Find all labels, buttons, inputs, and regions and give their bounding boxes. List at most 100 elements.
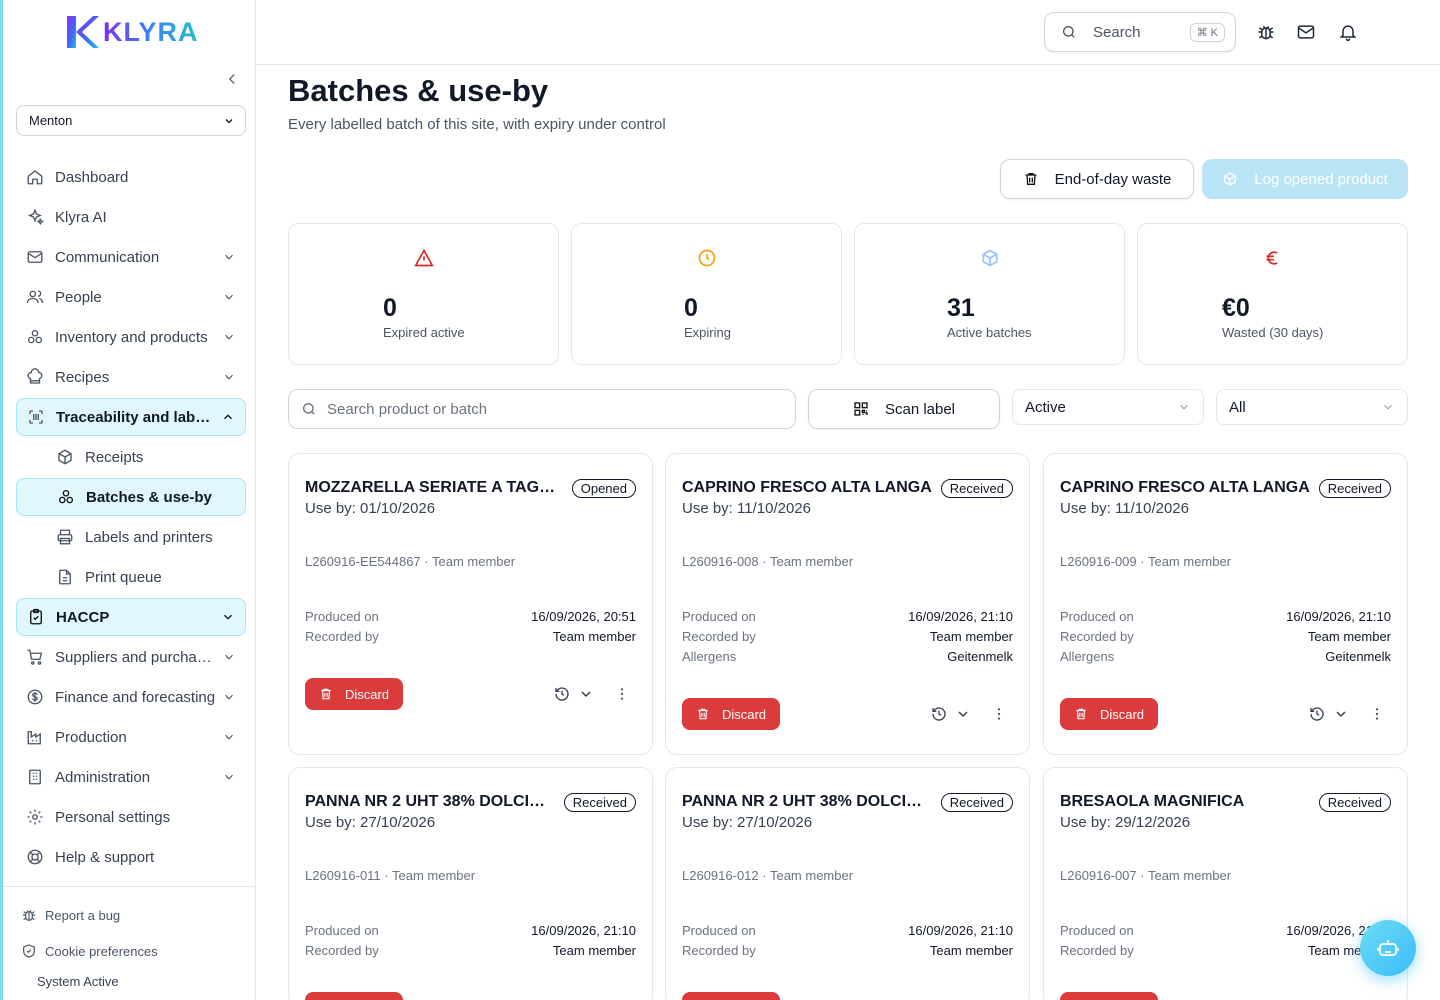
sidebar-item-label: Personal settings xyxy=(55,808,171,826)
batch-card[interactable]: CAPRINO FRESCO ALTA LANGA Received Use b… xyxy=(1043,453,1408,755)
history-icon[interactable] xyxy=(1309,706,1325,722)
batch-code: L260916-011 · Team member xyxy=(305,868,476,883)
batch-card[interactable]: CAPRINO FRESCO ALTA LANGA Received Use b… xyxy=(665,453,1030,755)
stat-value: 0 xyxy=(684,294,698,322)
sidebar-item-communication[interactable]: Communication xyxy=(16,238,246,276)
sidebar-item-personal-settings[interactable]: Personal settings xyxy=(16,798,246,836)
card-actions xyxy=(1309,706,1385,722)
collapse-sidebar-icon[interactable] xyxy=(223,70,241,88)
detail-value: 16/09/2026, 21:10 xyxy=(531,922,636,938)
report-bug-link[interactable]: Report a bug xyxy=(3,897,256,933)
global-search[interactable]: Search ⌘ K xyxy=(1044,12,1236,52)
page-subtitle: Every labelled batch of this site, with … xyxy=(288,116,666,133)
mail-icon[interactable] xyxy=(1296,22,1316,42)
status-badge: Received xyxy=(1318,793,1391,812)
batch-card[interactable]: BRESAOLA MAGNIFICA Received Use by: 29/1… xyxy=(1043,767,1408,1000)
sidebar-item-klyra-ai[interactable]: Klyra AI xyxy=(16,198,246,236)
ai-assistant-button[interactable] xyxy=(1360,920,1416,976)
batch-card[interactable]: PANNA NR 2 UHT 38% DOLCIFICATA Received … xyxy=(288,767,653,1000)
clipboard-check-icon xyxy=(30,608,42,625)
batch-code-value: L260916-008 xyxy=(682,554,759,569)
sidebar-item-suppliers[interactable]: Suppliers and purchasing xyxy=(16,638,246,676)
chevron-down-icon xyxy=(225,654,233,660)
detail-value: Team member xyxy=(552,942,636,958)
status-badge: Received xyxy=(940,479,1013,498)
batch-title: BRESAOLA MAGNIFICA xyxy=(1060,793,1245,810)
more-vertical-icon[interactable] xyxy=(614,686,630,702)
sidebar-item-labels-printers[interactable]: Labels and printers xyxy=(16,518,246,556)
log-opened-product-button[interactable]: Log opened product xyxy=(1202,159,1408,199)
sidebar-item-production[interactable]: Production xyxy=(16,718,246,756)
discard-button[interactable]: Discard xyxy=(1060,698,1158,730)
boxes-icon xyxy=(58,489,74,504)
search-label: Search xyxy=(1093,23,1141,41)
stat-label: Expired active xyxy=(383,325,465,340)
discard-button[interactable] xyxy=(1060,992,1158,1000)
chevron-down-icon xyxy=(225,294,233,300)
discard-button[interactable]: Discard xyxy=(305,678,403,710)
more-vertical-icon[interactable] xyxy=(1369,706,1385,722)
sidebar-item-print-queue[interactable]: Print queue xyxy=(16,558,246,596)
site-select[interactable]: Menton xyxy=(16,105,246,136)
batch-title: PANNA NR 2 UHT 38% DOLCIFICATA xyxy=(305,793,550,810)
batch-card[interactable]: PANNA NR 2 UHT 38% DOLCIFICATA Received … xyxy=(665,767,1030,1000)
detail-value: Team member xyxy=(1307,628,1391,644)
chevron-down-icon xyxy=(224,614,232,620)
history-icon[interactable] xyxy=(554,686,570,702)
report-bug-label: Report a bug xyxy=(45,907,121,923)
stat-expired-active: 0 Expired active xyxy=(288,223,559,365)
batch-title: MOZZARELLA SERIATE A TAGLIO xyxy=(305,479,563,496)
status-badge: Received xyxy=(1318,479,1391,498)
search-shortcut: ⌘ K xyxy=(1189,22,1225,42)
sidebar-item-haccp[interactable]: HACCP xyxy=(16,598,246,636)
scan-label-button[interactable]: Scan label xyxy=(808,389,1000,429)
sidebar-item-finance[interactable]: Finance and forecasting xyxy=(16,678,246,716)
batch-card[interactable]: MOZZARELLA SERIATE A TAGLIO Opened Use b… xyxy=(288,453,653,755)
use-by-label: Use by: xyxy=(305,814,361,831)
sidebar-item-label: Dashboard xyxy=(55,168,129,186)
sidebar-item-receipts[interactable]: Receipts xyxy=(16,438,246,476)
use-by-label: Use by: xyxy=(305,500,361,517)
more-vertical-icon[interactable] xyxy=(991,706,1007,722)
history-icon[interactable] xyxy=(931,706,947,722)
bug-icon[interactable] xyxy=(1256,22,1276,42)
chevron-down-icon xyxy=(225,374,233,380)
batch-search-input[interactable]: Search product or batch xyxy=(288,389,796,429)
sidebar-item-administration[interactable]: Administration xyxy=(16,758,246,796)
detail-value: Team member xyxy=(929,628,1013,644)
sidebar-item-label: Recipes xyxy=(55,368,110,386)
sidebar-item-traceability[interactable]: Traceability and labels xyxy=(16,398,246,436)
category-filter-select[interactable]: All xyxy=(1216,389,1408,425)
status-filter-select[interactable]: Active xyxy=(1012,389,1204,425)
sidebar-item-recipes[interactable]: Recipes xyxy=(16,358,246,396)
end-of-day-waste-button[interactable]: End-of-day waste xyxy=(1000,159,1194,199)
cart-icon xyxy=(27,649,43,665)
detail-value: Geitenmelk xyxy=(947,648,1013,664)
lifebuoy-icon xyxy=(27,849,43,865)
chef-hat-icon xyxy=(27,368,43,384)
klyra-logo[interactable]: KLYRA xyxy=(65,14,199,50)
sidebar-item-help[interactable]: Help & support xyxy=(16,838,246,876)
sidebar-item-dashboard[interactable]: Dashboard xyxy=(16,158,246,196)
sidebar-item-batches[interactable]: Batches & use-by xyxy=(16,478,246,516)
discard-button[interactable]: Discard xyxy=(682,698,780,730)
chevron-down-icon xyxy=(225,734,233,740)
discard-button[interactable] xyxy=(682,992,780,1000)
batch-member: Team member xyxy=(1147,868,1232,883)
use-by-value: 27/10/2026 xyxy=(737,814,813,831)
chevron-down-icon[interactable] xyxy=(578,686,594,702)
sidebar-item-inventory[interactable]: Inventory and products xyxy=(16,318,246,356)
shield-check-icon xyxy=(23,944,35,958)
bell-icon[interactable] xyxy=(1338,22,1358,42)
chevron-down-icon[interactable] xyxy=(955,706,971,722)
sparkle-icon xyxy=(27,208,44,226)
detail-row: Produced on 16/09/2026, 21:10 xyxy=(682,606,1013,626)
qr-code-icon xyxy=(854,402,868,416)
discard-button[interactable] xyxy=(305,992,403,1000)
chevron-down-icon[interactable] xyxy=(1333,706,1349,722)
cookie-preferences-link[interactable]: Cookie preferences xyxy=(3,933,256,969)
detail-key: Produced on xyxy=(305,922,379,938)
file-icon xyxy=(59,569,71,585)
sidebar-item-people[interactable]: People xyxy=(16,278,246,316)
site-select-value: Menton xyxy=(29,113,73,128)
